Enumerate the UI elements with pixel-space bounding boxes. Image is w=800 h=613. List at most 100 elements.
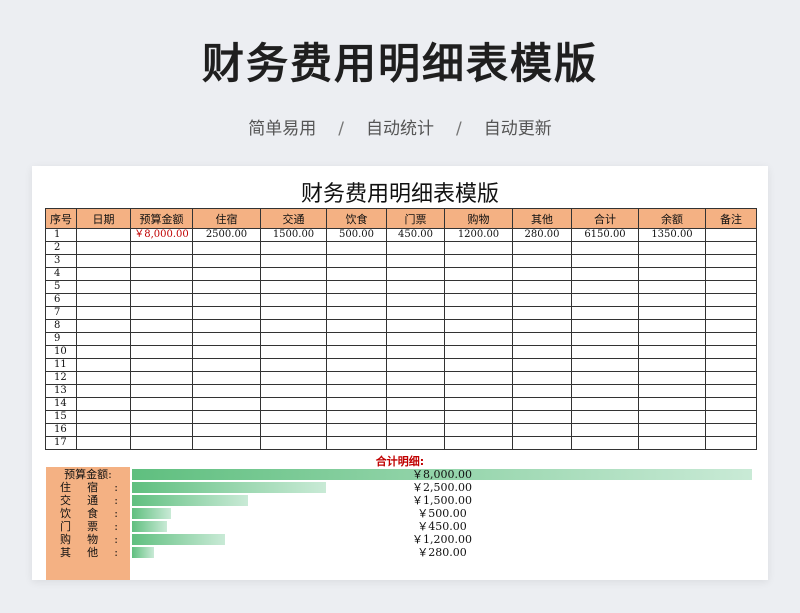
table-cell[interactable] bbox=[571, 319, 639, 333]
table-cell[interactable] bbox=[386, 345, 445, 359]
table-cell[interactable] bbox=[192, 358, 261, 372]
table-cell[interactable] bbox=[444, 410, 513, 424]
table-cell[interactable] bbox=[638, 410, 706, 424]
table-cell[interactable] bbox=[386, 319, 445, 333]
table-cell[interactable] bbox=[512, 306, 572, 320]
table-cell[interactable]: 7 bbox=[45, 306, 77, 320]
table-cell[interactable]: ￥8,000.00 bbox=[130, 228, 193, 242]
table-cell[interactable] bbox=[76, 410, 131, 424]
table-cell[interactable] bbox=[76, 423, 131, 437]
table-cell[interactable] bbox=[571, 332, 639, 346]
table-cell[interactable] bbox=[638, 319, 706, 333]
table-cell[interactable] bbox=[638, 241, 706, 255]
table-cell[interactable] bbox=[130, 410, 193, 424]
table-cell[interactable] bbox=[260, 410, 327, 424]
table-cell[interactable] bbox=[705, 345, 757, 359]
table-cell[interactable]: 11 bbox=[45, 358, 77, 372]
table-cell[interactable] bbox=[386, 436, 445, 450]
table-cell[interactable] bbox=[326, 410, 387, 424]
table-cell[interactable] bbox=[192, 306, 261, 320]
table-cell[interactable] bbox=[76, 241, 131, 255]
table-cell[interactable] bbox=[512, 397, 572, 411]
table-cell[interactable] bbox=[192, 332, 261, 346]
table-cell[interactable]: 1200.00 bbox=[444, 228, 513, 242]
table-cell[interactable] bbox=[192, 384, 261, 398]
table-cell[interactable] bbox=[705, 436, 757, 450]
table-cell[interactable]: 10 bbox=[45, 345, 77, 359]
table-cell[interactable] bbox=[638, 267, 706, 281]
table-cell[interactable] bbox=[76, 267, 131, 281]
table-cell[interactable] bbox=[386, 241, 445, 255]
table-cell[interactable] bbox=[444, 254, 513, 268]
table-cell[interactable] bbox=[326, 280, 387, 294]
table-cell[interactable] bbox=[130, 384, 193, 398]
table-cell[interactable]: 12 bbox=[45, 371, 77, 385]
table-cell[interactable]: 15 bbox=[45, 410, 77, 424]
table-cell[interactable] bbox=[130, 436, 193, 450]
table-cell[interactable] bbox=[705, 332, 757, 346]
table-cell[interactable] bbox=[571, 384, 639, 398]
table-cell[interactable]: 6150.00 bbox=[571, 228, 639, 242]
table-cell[interactable] bbox=[260, 358, 327, 372]
table-cell[interactable] bbox=[571, 267, 639, 281]
table-cell[interactable] bbox=[444, 241, 513, 255]
table-cell[interactable] bbox=[260, 332, 327, 346]
table-cell[interactable] bbox=[444, 306, 513, 320]
table-cell[interactable] bbox=[326, 241, 387, 255]
table-cell[interactable]: 2500.00 bbox=[192, 228, 261, 242]
table-cell[interactable] bbox=[705, 267, 757, 281]
table-cell[interactable] bbox=[260, 397, 327, 411]
table-cell[interactable] bbox=[76, 371, 131, 385]
table-cell[interactable] bbox=[260, 319, 327, 333]
table-cell[interactable] bbox=[444, 436, 513, 450]
table-cell[interactable] bbox=[192, 371, 261, 385]
table-cell[interactable] bbox=[192, 293, 261, 307]
table-cell[interactable] bbox=[571, 436, 639, 450]
table-cell[interactable] bbox=[326, 319, 387, 333]
table-cell[interactable] bbox=[260, 436, 327, 450]
table-cell[interactable] bbox=[76, 280, 131, 294]
table-cell[interactable] bbox=[192, 254, 261, 268]
table-cell[interactable] bbox=[76, 319, 131, 333]
table-cell[interactable] bbox=[638, 332, 706, 346]
table-cell[interactable] bbox=[705, 410, 757, 424]
table-cell[interactable] bbox=[512, 319, 572, 333]
table-cell[interactable] bbox=[260, 254, 327, 268]
table-cell[interactable] bbox=[76, 384, 131, 398]
table-cell[interactable] bbox=[386, 423, 445, 437]
table-cell[interactable] bbox=[326, 267, 387, 281]
table-cell[interactable] bbox=[512, 384, 572, 398]
table-cell[interactable]: 450.00 bbox=[386, 228, 445, 242]
table-cell[interactable]: 4 bbox=[45, 267, 77, 281]
table-cell[interactable] bbox=[512, 436, 572, 450]
table-cell[interactable]: 280.00 bbox=[512, 228, 572, 242]
table-cell[interactable] bbox=[326, 397, 387, 411]
table-cell[interactable] bbox=[386, 384, 445, 398]
table-cell[interactable]: 1 bbox=[45, 228, 77, 242]
table-cell[interactable] bbox=[705, 371, 757, 385]
table-cell[interactable] bbox=[386, 280, 445, 294]
table-cell[interactable] bbox=[705, 306, 757, 320]
table-cell[interactable] bbox=[260, 241, 327, 255]
table-cell[interactable] bbox=[130, 267, 193, 281]
table-cell[interactable] bbox=[444, 371, 513, 385]
table-cell[interactable] bbox=[571, 241, 639, 255]
table-cell[interactable] bbox=[705, 358, 757, 372]
table-cell[interactable] bbox=[192, 319, 261, 333]
table-cell[interactable] bbox=[512, 293, 572, 307]
table-cell[interactable] bbox=[386, 358, 445, 372]
table-cell[interactable] bbox=[192, 410, 261, 424]
table-cell[interactable] bbox=[130, 254, 193, 268]
table-cell[interactable] bbox=[638, 254, 706, 268]
table-cell[interactable] bbox=[444, 293, 513, 307]
table-cell[interactable] bbox=[260, 280, 327, 294]
table-cell[interactable] bbox=[386, 306, 445, 320]
table-cell[interactable] bbox=[76, 228, 131, 242]
table-cell[interactable] bbox=[512, 280, 572, 294]
table-cell[interactable] bbox=[571, 345, 639, 359]
table-cell[interactable] bbox=[512, 345, 572, 359]
table-cell[interactable]: 2 bbox=[45, 241, 77, 255]
table-cell[interactable] bbox=[705, 241, 757, 255]
table-cell[interactable] bbox=[130, 423, 193, 437]
table-cell[interactable] bbox=[76, 436, 131, 450]
